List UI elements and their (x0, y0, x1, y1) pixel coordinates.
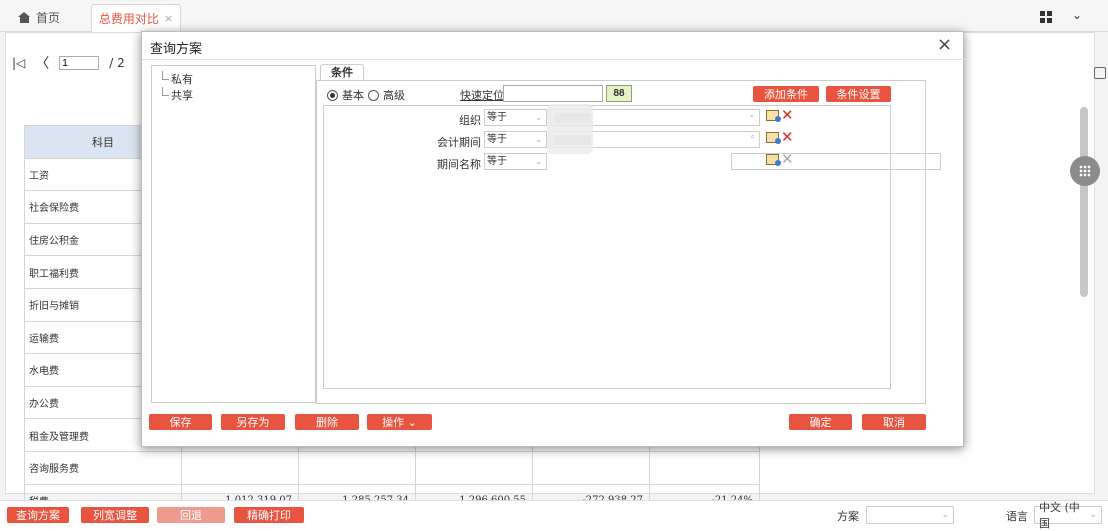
tree-item-private[interactable]: 私有 (162, 71, 193, 87)
column-width-button[interactable]: 列宽调整 (81, 507, 149, 523)
first-page-button[interactable]: |◁ (12, 56, 25, 70)
search-icon: ⌕ (750, 132, 755, 141)
quick-locate-input[interactable] (503, 85, 603, 102)
chevron-down-icon: ⌄ (535, 157, 542, 166)
close-icon[interactable]: × (937, 34, 952, 55)
query-scheme-button[interactable]: 查询方案 (7, 507, 69, 523)
operate-button[interactable]: 操作 ⌄ (367, 414, 432, 430)
save-button[interactable]: 保存 (149, 414, 212, 430)
radio-advanced-label: 高级 (383, 89, 405, 102)
tab-close-icon[interactable]: × (164, 12, 173, 25)
value-input[interactable] (731, 153, 941, 170)
divider (142, 59, 965, 60)
delete-button[interactable]: 删除 (295, 414, 359, 430)
dialog-title: 查询方案 (150, 42, 203, 57)
condition-label: 会计期间 (437, 136, 481, 149)
condition-settings-button[interactable]: 条件设置 (826, 86, 891, 102)
tab-conditions[interactable]: 条件 (320, 64, 364, 81)
operator-select[interactable]: 等于 ⌄ (484, 131, 547, 148)
operator-select[interactable]: 等于 ⌄ (484, 153, 547, 170)
chevron-down-icon: ⌄ (535, 135, 542, 144)
tree-item-shared[interactable]: 共享 (162, 87, 193, 103)
delete-row-icon[interactable]: ✕ (781, 152, 794, 167)
language-label: 语言 (1006, 510, 1028, 523)
add-row-icon[interactable] (766, 109, 781, 122)
page-number-input[interactable] (59, 56, 100, 70)
chevron-down-icon: ⌄ (748, 110, 755, 119)
top-tab-bar: 首页 总费用对比 × ⌄ (0, 0, 1108, 32)
operator-select[interactable]: 等于 ⌄ (484, 109, 547, 126)
prev-page-button[interactable]: 〈 (35, 53, 49, 73)
delete-row-icon[interactable]: ✕ (781, 130, 794, 145)
scheme-tree: 私有 共享 (151, 65, 316, 403)
chevron-down-icon: ⌄ (941, 510, 949, 520)
condition-row-period-name: 期间名称 等于 ⌄ ✕ (323, 152, 941, 171)
condition-label: 组织 (459, 114, 481, 127)
table-row: 咨询服务费 (24, 450, 760, 485)
condition-label: 期间名称 (437, 158, 481, 171)
chevron-down-icon: ⌄ (535, 113, 542, 122)
back-button[interactable]: 回退 (157, 507, 225, 523)
query-scheme-dialog: 查询方案 × 私有 共享 条件 基本 高级 快速定位 𝟖𝟖 添加条件 条件设置 … (141, 31, 965, 447)
language-select[interactable]: 中文 (中国 ⌄ (1034, 501, 1102, 530)
binoculars-icon[interactable]: 𝟖𝟖 (606, 85, 632, 102)
home-icon (18, 12, 31, 23)
chevron-down-icon[interactable]: ⌄ (1072, 8, 1082, 22)
redaction-blur (547, 104, 593, 154)
chevron-down-icon: ⌄ (1089, 510, 1097, 520)
precise-print-button[interactable]: 精确打印 (234, 507, 304, 523)
tab-expense-comparison[interactable]: 总费用对比 × (91, 4, 181, 32)
apps-grid-icon[interactable] (1040, 11, 1052, 23)
radio-basic[interactable] (327, 89, 338, 101)
radio-advanced[interactable] (368, 89, 379, 101)
radio-basic-label: 基本 (342, 89, 364, 102)
save-as-button[interactable]: 另存为 (221, 414, 285, 430)
vertical-scrollbar[interactable] (1080, 107, 1088, 297)
ok-button[interactable]: 确定 (789, 414, 852, 430)
cancel-button[interactable]: 取消 (862, 414, 926, 430)
fullscreen-icon[interactable] (1094, 67, 1106, 79)
condition-row-period: 会计期间 等于 ⌄ ⌕ ✕ (323, 130, 891, 150)
add-row-icon[interactable] (766, 131, 781, 144)
mode-radio-group: 基本 高级 (327, 87, 405, 103)
scheme-select[interactable]: ⌄ (866, 506, 954, 524)
add-row-icon[interactable] (766, 153, 781, 166)
tab-home-label: 首页 (36, 11, 61, 25)
pager: |◁ 〈 / 2 (12, 53, 125, 73)
scheme-label: 方案 (837, 510, 859, 523)
add-condition-button[interactable]: 添加条件 (753, 86, 819, 102)
tab-expense-comparison-label: 总费用对比 (98, 12, 159, 26)
condition-row-org: 组织 等于 ⌄ ⌄ ✕ (323, 108, 891, 128)
row-subject: 咨询服务费 (24, 450, 182, 485)
tab-home[interactable]: 首页 (18, 9, 60, 26)
quick-locate-label: 快速定位 (460, 89, 504, 102)
floating-menu-icon[interactable] (1070, 156, 1100, 186)
bottom-toolbar: 查询方案 列宽调整 回退 精确打印 方案 ⌄ 语言 中文 (中国 ⌄ (0, 500, 1108, 531)
page-total: / 2 (109, 56, 125, 70)
delete-row-icon[interactable]: ✕ (781, 108, 794, 123)
